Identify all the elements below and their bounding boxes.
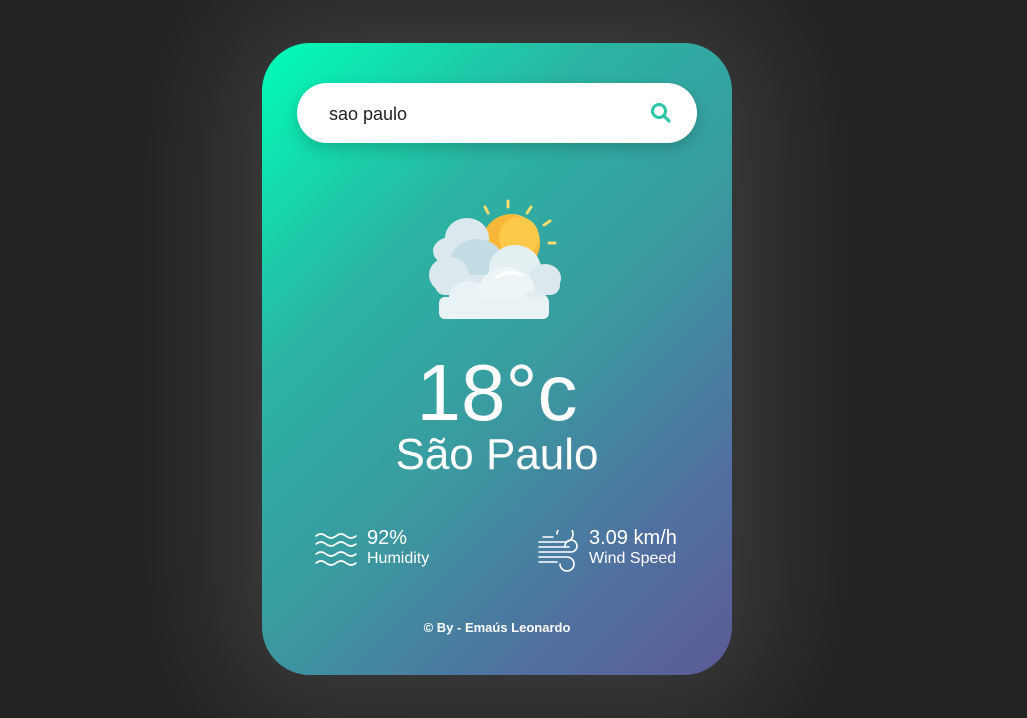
wind-icon — [538, 530, 578, 572]
partly-cloudy-icon — [429, 199, 561, 319]
humidity-detail: 92% Humidity — [314, 526, 494, 576]
humidity-waves-icon — [315, 533, 357, 566]
wind-value: 3.09 km/h — [589, 527, 677, 549]
footer-credit: © By - Emaús Leonardo — [423, 620, 571, 635]
search-bar — [297, 83, 697, 143]
temperature: 18°c — [416, 348, 578, 437]
search-button[interactable] — [647, 99, 675, 127]
search-icon — [651, 103, 671, 123]
humidity-label: Humidity — [367, 550, 430, 567]
wind-label: Wind Speed — [589, 550, 677, 567]
search-input[interactable] — [327, 93, 641, 135]
wind-detail: 3.09 km/h Wind Speed — [537, 526, 727, 576]
weather-card: 18°c São Paulo 92% Humidity 3.09 km/h — [262, 43, 732, 675]
city-name: São Paulo — [395, 430, 599, 479]
humidity-value: 92% — [367, 527, 408, 549]
